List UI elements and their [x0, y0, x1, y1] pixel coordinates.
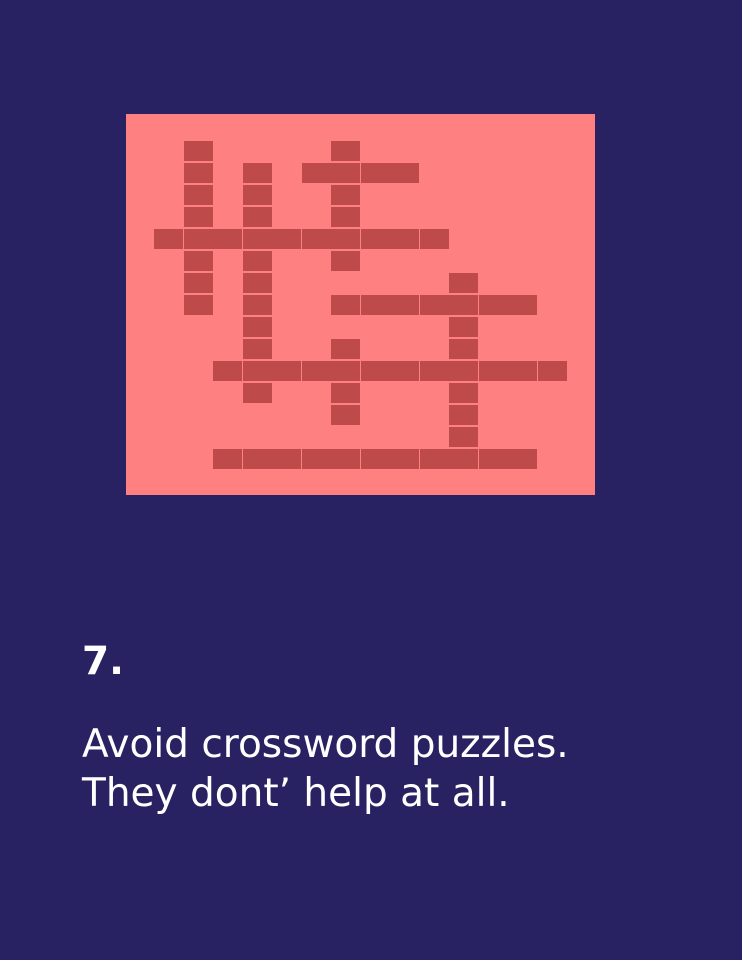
caption-line-1: Avoid crossword puzzles. — [82, 722, 569, 767]
crossword-cell — [390, 361, 419, 381]
crossword-cell — [360, 361, 390, 381]
crossword-cell — [390, 163, 419, 183]
crossword-cell — [183, 163, 213, 183]
crossword-cell — [242, 207, 272, 227]
crossword-cell — [272, 229, 301, 249]
crossword-cell — [419, 295, 449, 315]
crossword-cell — [242, 295, 272, 315]
crossword-cell — [508, 361, 537, 381]
crossword-cell — [331, 251, 360, 271]
crossword-cell — [242, 273, 272, 293]
crossword-cell — [449, 383, 478, 403]
crossword-cell — [213, 361, 242, 381]
crossword-cell — [360, 163, 390, 183]
crossword-cell — [183, 207, 213, 227]
crossword-cell — [449, 295, 478, 315]
crossword-cell — [390, 449, 419, 469]
crossword-cell — [242, 317, 272, 337]
crossword-cell — [331, 449, 360, 469]
crossword-cell — [154, 229, 183, 249]
crossword-cell — [478, 295, 508, 315]
crossword-cell — [508, 295, 537, 315]
crossword-cell — [301, 229, 331, 249]
crossword-cell — [242, 251, 272, 271]
crossword-cell — [242, 339, 272, 359]
crossword-cell — [301, 163, 331, 183]
crossword-cell — [242, 185, 272, 205]
crossword-cell — [242, 163, 272, 183]
crossword-cell — [331, 383, 360, 403]
crossword-grid — [126, 114, 595, 495]
crossword-cell — [537, 361, 567, 381]
crossword-cell — [449, 317, 478, 337]
crossword-cell — [419, 229, 449, 249]
crossword-cell — [360, 295, 390, 315]
slide-number: 7. — [82, 639, 124, 684]
crossword-cell — [213, 449, 242, 469]
crossword-cell — [449, 273, 478, 293]
crossword-cell — [183, 251, 213, 271]
crossword-cell — [242, 383, 272, 403]
crossword-cell — [183, 141, 213, 161]
crossword-cell — [242, 449, 272, 469]
crossword-cell — [449, 361, 478, 381]
crossword-cell — [213, 229, 242, 249]
crossword-cell — [419, 361, 449, 381]
crossword-cell — [272, 361, 301, 381]
crossword-cell — [331, 163, 360, 183]
crossword-cell — [242, 229, 272, 249]
crossword-cell — [449, 339, 478, 359]
crossword-cell — [301, 449, 331, 469]
crossword-cell — [331, 185, 360, 205]
slide-caption: Avoid crossword puzzles. They dont’ help… — [82, 720, 722, 818]
crossword-cell — [331, 405, 360, 425]
crossword-cell — [449, 427, 478, 447]
crossword-cell — [419, 449, 449, 469]
caption-line-2: They dont’ help at all. — [82, 771, 510, 816]
crossword-cell — [449, 449, 478, 469]
crossword-cell — [360, 449, 390, 469]
crossword-cell — [331, 207, 360, 227]
crossword-cell — [360, 229, 390, 249]
crossword-cell — [331, 295, 360, 315]
crossword-cell — [390, 229, 419, 249]
crossword-cell — [449, 405, 478, 425]
crossword-cell — [331, 141, 360, 161]
crossword-cell — [331, 339, 360, 359]
crossword-cell — [331, 361, 360, 381]
crossword-illustration — [126, 114, 595, 495]
crossword-cell — [272, 449, 301, 469]
crossword-cell — [390, 295, 419, 315]
crossword-cell — [301, 361, 331, 381]
crossword-cell — [478, 361, 508, 381]
crossword-cell — [508, 449, 537, 469]
crossword-cell — [478, 449, 508, 469]
crossword-cell — [183, 185, 213, 205]
crossword-cell — [183, 295, 213, 315]
crossword-cell — [183, 273, 213, 293]
crossword-cell — [242, 361, 272, 381]
crossword-cell — [183, 229, 213, 249]
crossword-cell — [331, 229, 360, 249]
